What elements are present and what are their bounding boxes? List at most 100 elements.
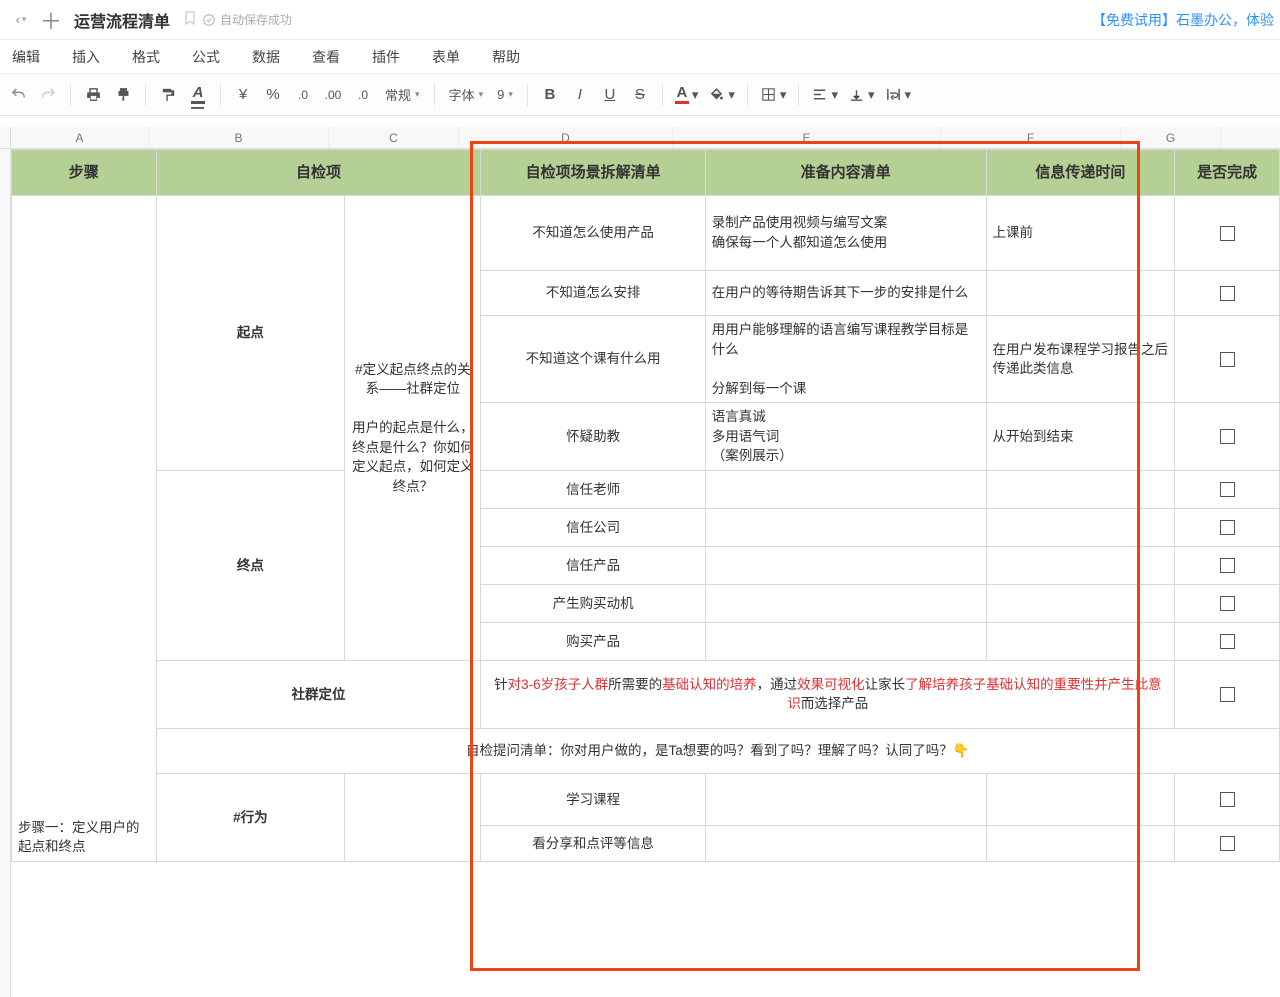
cell[interactable]: 看分享和点评等信息 [481,825,705,861]
col-E[interactable]: E [673,127,941,148]
cell[interactable] [705,622,986,660]
menu-form[interactable]: 表单 [432,47,460,67]
decimal-dec-button[interactable]: .0 [349,81,377,109]
cell-step[interactable]: 步骤一：定义用户的起点和终点 [12,196,157,862]
menu-view[interactable]: 查看 [312,47,340,67]
cell[interactable] [986,825,1175,861]
back-dropdown[interactable]: ‹ ▾ [6,5,36,35]
cell-done[interactable] [1175,196,1280,271]
cell[interactable]: 录制产品使用视频与编写文案 确保每一个人都知道怎么使用 [705,196,986,271]
cell[interactable]: 信任产品 [481,546,705,584]
trial-link[interactable]: 【免费试用】石墨办公，体验 [1092,10,1274,30]
strike-button[interactable]: S [626,81,654,109]
font-size-dropdown[interactable]: 9▾ [491,81,519,109]
cell-done[interactable] [1175,584,1280,622]
head-selfcheck[interactable]: 自检项 [156,150,481,196]
cell-end[interactable]: 终点 [156,470,345,660]
decimal-inc-button[interactable]: .00 [319,81,347,109]
checkbox[interactable] [1220,596,1235,611]
menu-formula[interactable]: 公式 [192,47,220,67]
wrap-button[interactable]: ▾ [881,81,916,109]
col-A[interactable]: A [11,127,149,148]
checkbox[interactable] [1220,352,1235,367]
underline-button[interactable]: U [596,81,624,109]
cell[interactable]: 不知道怎么安排 [481,271,705,316]
col-D[interactable]: D [459,127,673,148]
cell-done[interactable] [1175,470,1280,508]
cell[interactable]: 用用户能够理解的语言编写课程教学目标是什么 分解到每一个课 [705,316,986,403]
head-done[interactable]: 是否完成 [1175,150,1280,196]
col-F[interactable]: F [941,127,1121,148]
bold-button[interactable]: B [536,81,564,109]
cell-yellow[interactable]: 自检提问清单：你对用户做的，是Ta想要的吗？看到了吗？理解了吗？认同了吗？👇 [156,728,1279,773]
cell[interactable]: 从开始到结束 [986,403,1175,471]
cell[interactable] [705,773,986,825]
cell[interactable] [986,584,1175,622]
cell-done[interactable] [1175,660,1280,728]
row-headers[interactable] [0,149,11,997]
checkbox[interactable] [1220,687,1235,702]
cell-done[interactable] [1175,825,1280,861]
undo-button[interactable] [4,81,32,109]
table-row[interactable]: 终点 信任老师 [12,470,1280,508]
table-row[interactable]: 步骤一：定义用户的起点和终点 起点 #定义起点终点的关系——社群定位 用户的起点… [12,196,1280,271]
cell[interactable]: 产生购买动机 [481,584,705,622]
col-G[interactable]: G [1121,127,1221,148]
table-row-yellow[interactable]: 自检提问清单：你对用户做的，是Ta想要的吗？看到了吗？理解了吗？认同了吗？👇 [12,728,1280,773]
cell-done[interactable] [1175,622,1280,660]
cell-done[interactable] [1175,773,1280,825]
cell[interactable] [986,271,1175,316]
menu-insert[interactable]: 插入 [72,47,100,67]
column-headers[interactable]: A B C D E F G [11,127,1280,149]
cell[interactable] [345,773,481,861]
cell[interactable] [986,546,1175,584]
checkbox[interactable] [1220,836,1235,851]
cell-done[interactable] [1175,403,1280,471]
cell[interactable] [705,825,986,861]
select-all-corner[interactable] [0,127,11,149]
cell[interactable]: 怀疑助教 [481,403,705,471]
format-paint-button[interactable] [154,81,182,109]
checkbox[interactable] [1220,482,1235,497]
document-title[interactable]: 运营流程清单 [74,8,170,32]
cell[interactable]: 不知道这个课有什么用 [481,316,705,403]
cell[interactable] [986,622,1175,660]
bookmark-icon[interactable] [182,10,198,29]
head-step[interactable]: 步骤 [12,150,157,196]
checkbox[interactable] [1220,558,1235,573]
cell[interactable]: 信任老师 [481,470,705,508]
cell[interactable] [986,773,1175,825]
cell[interactable]: 学习课程 [481,773,705,825]
decimal-0-button[interactable]: .0 [289,81,317,109]
italic-button[interactable]: I [566,81,594,109]
clear-format-button[interactable]: A― [184,81,212,109]
cell[interactable]: 上课前 [986,196,1175,271]
cell-done[interactable] [1175,316,1280,403]
font-dropdown[interactable]: 字体▾ [443,81,490,109]
cell[interactable]: 在用户的等待期告诉其下一步的安排是什么 [705,271,986,316]
cell-positioning-label[interactable]: 社群定位 [156,660,481,728]
fill-color-button[interactable]: ▾ [704,81,739,109]
head-prepare[interactable]: 准备内容清单 [705,150,986,196]
print-button[interactable] [79,81,107,109]
align-button[interactable]: ▾ [807,81,842,109]
number-format-dropdown[interactable]: 常规▾ [379,81,426,109]
cell[interactable]: 信任公司 [481,508,705,546]
cell[interactable] [705,584,986,622]
cell[interactable] [705,546,986,584]
cell[interactable] [705,508,986,546]
col-C[interactable]: C [329,127,459,148]
new-tab-button[interactable]: ＋ [36,5,66,35]
text-color-button[interactable]: A▾ [671,81,703,109]
table-header-row[interactable]: 步骤 自检项 自检项场景拆解清单 准备内容清单 信息传递时间 是否完成 [12,150,1280,196]
cell[interactable]: 不知道怎么使用产品 [481,196,705,271]
cell-positioning-text[interactable]: 针对3-6岁孩子人群所需要的基础认知的培养，通过效果可视化让家长了解培养孩子基础… [481,660,1175,728]
cell-done[interactable] [1175,508,1280,546]
valign-button[interactable]: ▾ [844,81,879,109]
spreadsheet-grid[interactable]: 步骤 自检项 自检项场景拆解清单 准备内容清单 信息传递时间 是否完成 步骤一：… [11,149,1280,862]
cell-start[interactable]: 起点 [156,196,345,471]
menu-edit[interactable]: 编辑 [12,47,40,67]
checkbox[interactable] [1220,429,1235,444]
checkbox[interactable] [1220,226,1235,241]
cell-behavior[interactable]: #行为 [156,773,345,861]
